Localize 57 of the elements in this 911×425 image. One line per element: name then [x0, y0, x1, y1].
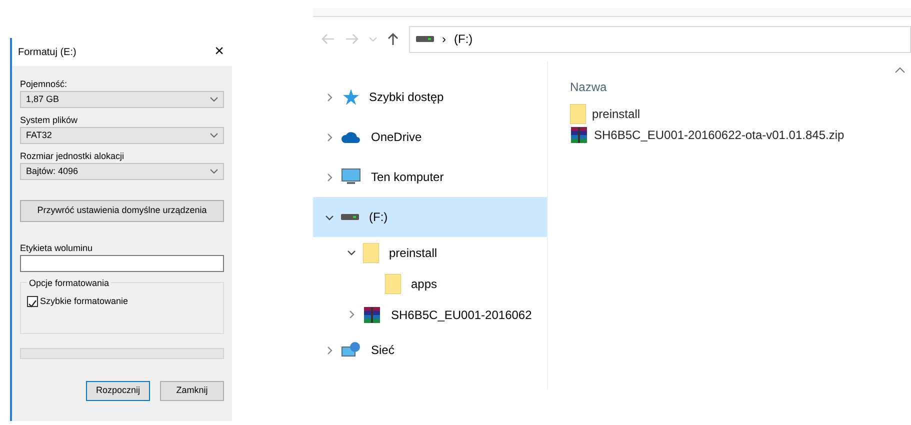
- field-label: System plików: [20, 114, 79, 127]
- breadcrumb-item[interactable]: (F:): [454, 30, 473, 48]
- star-icon: [341, 88, 359, 106]
- checkbox[interactable]: [27, 296, 38, 308]
- chevron-down-icon: [210, 97, 218, 102]
- folder-icon: [570, 104, 586, 124]
- tree-item[interactable]: Ten komputer: [313, 157, 547, 197]
- checkbox-label[interactable]: Szybkie formatowanie: [40, 295, 128, 308]
- up-arrow-icon: [387, 32, 399, 46]
- dropdown-field[interactable]: FAT32: [20, 127, 224, 144]
- dropdown-field[interactable]: 1,87 GB: [20, 91, 224, 108]
- folder-icon: [363, 242, 379, 262]
- folder-icon: [385, 274, 401, 294]
- chevron-right-icon[interactable]: [324, 132, 334, 142]
- chevron-down-icon: [210, 133, 218, 138]
- chevron-down-icon: [369, 36, 377, 42]
- back-arrow-icon: [321, 33, 335, 45]
- file-item[interactable]: SH6B5C_EU001-20160622-ota-v01.01.845.zip: [570, 124, 911, 145]
- chevron-right-icon[interactable]: [324, 346, 334, 354]
- tree-item[interactable]: SH6B5C_EU001-2016062: [313, 299, 547, 330]
- chevron-right-icon[interactable]: [324, 92, 334, 102]
- breadcrumb-separator: ›: [442, 31, 446, 48]
- drive-icon: [416, 35, 434, 43]
- field-label: Rozmiar jednostki alokacji: [20, 150, 126, 163]
- file-item[interactable]: preinstall: [570, 103, 911, 124]
- chevron-right-icon[interactable]: [324, 172, 334, 182]
- column-header[interactable]: Nazwa: [570, 71, 911, 103]
- window-title: Formatuj (E:): [18, 46, 76, 60]
- address-bar[interactable]: › (F:): [409, 26, 911, 52]
- archive-icon: [363, 306, 381, 324]
- network-icon: [341, 341, 361, 359]
- field-label: Pojemność:: [20, 78, 68, 91]
- group-title: Opcje formatowania: [27, 277, 112, 290]
- tree-item[interactable]: (F:): [313, 197, 547, 237]
- archive-icon: [570, 126, 588, 144]
- close-button[interactable]: ×: [214, 44, 224, 60]
- volume-label-input[interactable]: [20, 255, 224, 272]
- tree-item[interactable]: OneDrive: [313, 117, 547, 157]
- chevron-down-icon[interactable]: [346, 248, 356, 257]
- check-icon: [28, 299, 37, 308]
- cloud-icon: [341, 130, 361, 144]
- start-button[interactable]: Rozpocznij: [86, 381, 150, 401]
- tree-item[interactable]: Szybki dostęp: [313, 77, 547, 117]
- restore-defaults-button[interactable]: Przywróć ustawienia domyślne urządzenia: [20, 200, 224, 222]
- forward-arrow-icon: [345, 33, 359, 45]
- field-label: Etykieta woluminu: [20, 242, 94, 255]
- tree-item[interactable]: apps: [313, 268, 547, 299]
- dropdown-field[interactable]: Bajtów: 4096: [20, 163, 224, 180]
- chevron-down-icon: [210, 169, 218, 174]
- chevron-down-icon[interactable]: [324, 212, 334, 222]
- drive-icon: [341, 213, 359, 221]
- tree-item[interactable]: Sieć: [313, 330, 547, 370]
- tree-item[interactable]: preinstall: [313, 237, 547, 268]
- close-dialog-button[interactable]: Zamknij: [160, 381, 224, 401]
- scroll-up-icon: [895, 67, 905, 73]
- chevron-right-icon[interactable]: [346, 310, 356, 319]
- computer-icon: [341, 168, 361, 186]
